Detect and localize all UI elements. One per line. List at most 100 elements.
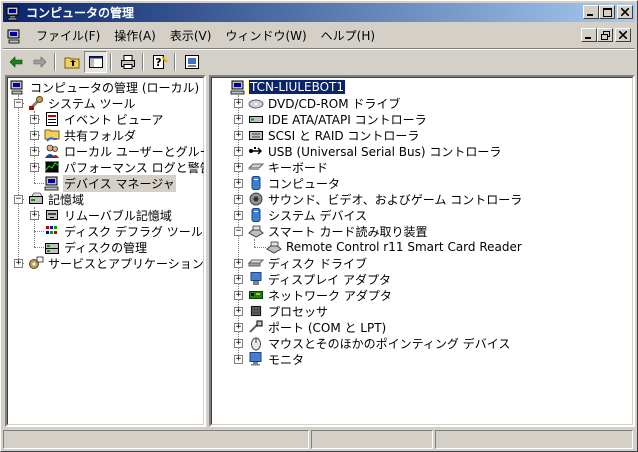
tree-item-services-applications[interactable]: サービスとアプリケーション bbox=[28, 255, 204, 271]
expand-toggle[interactable]: + bbox=[234, 339, 243, 348]
computer-management-icon bbox=[10, 80, 23, 95]
show-hide-tree-button[interactable] bbox=[84, 50, 107, 73]
expand-toggle[interactable]: + bbox=[234, 211, 243, 220]
device-category-ide[interactable]: IDE ATA/ATAPI コントローラ bbox=[248, 111, 428, 127]
tree-item-shared-folders[interactable]: 共有フォルダ bbox=[44, 127, 137, 143]
expand-toggle[interactable]: + bbox=[14, 259, 23, 268]
expand-toggle[interactable]: + bbox=[30, 211, 39, 220]
expand-toggle[interactable]: + bbox=[234, 323, 243, 332]
network-adapter-icon bbox=[249, 291, 263, 299]
tree-item-local-users[interactable]: ローカル ユーザーとグループ bbox=[44, 143, 204, 159]
device-category-system-devices[interactable]: システム デバイス bbox=[248, 207, 368, 223]
console-tree-pane[interactable]: コンピュータの管理 (ローカル) − システム ツール + イベント ビューア … bbox=[5, 75, 206, 427]
menu-action[interactable]: 操作(A) bbox=[107, 27, 163, 44]
tree-label: TCN-LIULEBOT1 bbox=[247, 79, 347, 95]
device-tree-pane[interactable]: TCN-LIULEBOT1 + DVD/CD-ROM ドライブ + IDE ATA/A… bbox=[209, 75, 635, 427]
tree-item-removable-storage[interactable]: リムーバブル記憶域 bbox=[44, 207, 173, 223]
tree-label: IDE ATA/ATAPI コントローラ bbox=[268, 112, 427, 127]
expand-toggle[interactable]: + bbox=[234, 259, 243, 268]
expand-toggle[interactable]: + bbox=[234, 115, 243, 124]
main-window: コンピュータの管理 ファイル(F) 操作(A) 表示(V) ウィンドウ(W) ヘ… bbox=[0, 0, 638, 452]
expand-toggle[interactable]: + bbox=[234, 163, 243, 172]
tree-label: リムーバブル記憶域 bbox=[64, 208, 172, 223]
device-category-scsi[interactable]: SCSI と RAID コントローラ bbox=[248, 127, 420, 143]
device-category-usb[interactable]: USB (Universal Serial Bus) コントローラ bbox=[248, 143, 502, 159]
dvd-drive-icon bbox=[248, 99, 264, 109]
tree-label: スマート カード読み取り装置 bbox=[268, 224, 428, 239]
port-icon bbox=[249, 320, 263, 333]
expand-toggle[interactable]: + bbox=[30, 115, 39, 124]
device-category-sound[interactable]: サウンド、ビデオ、およびゲーム コントローラ bbox=[248, 191, 523, 207]
expand-toggle[interactable]: + bbox=[234, 307, 243, 316]
tree-item-device-manager[interactable]: デバイス マネージャ bbox=[44, 174, 176, 192]
expand-toggle[interactable]: + bbox=[30, 163, 39, 172]
device-category-monitor[interactable]: モニタ bbox=[248, 351, 305, 367]
menu-file[interactable]: ファイル(F) bbox=[29, 27, 107, 44]
event-viewer-icon bbox=[46, 112, 58, 126]
up-one-level-button[interactable] bbox=[60, 51, 83, 73]
menu-view[interactable]: 表示(V) bbox=[163, 27, 219, 44]
properties-button[interactable] bbox=[180, 51, 203, 73]
tree-item-storage[interactable]: 記憶域 bbox=[28, 191, 85, 207]
menu-help[interactable]: ヘルプ(H) bbox=[314, 27, 382, 44]
collapse-toggle[interactable]: − bbox=[14, 195, 23, 204]
maximize-button[interactable] bbox=[599, 5, 615, 19]
print-button[interactable] bbox=[116, 51, 139, 73]
device-tree-root[interactable]: TCN-LIULEBOT1 bbox=[230, 79, 347, 95]
help-button[interactable]: ? bbox=[148, 51, 171, 73]
expand-toggle[interactable]: + bbox=[234, 291, 243, 300]
collapse-toggle[interactable]: − bbox=[234, 227, 243, 236]
expand-toggle[interactable]: + bbox=[234, 179, 243, 188]
expand-toggle[interactable]: + bbox=[30, 147, 39, 156]
status-cell bbox=[3, 430, 309, 449]
mouse-icon bbox=[251, 337, 261, 351]
tree-item-disk-defragmenter[interactable]: ディスク デフラグ ツール bbox=[44, 223, 204, 239]
back-button[interactable] bbox=[4, 51, 27, 73]
window-title: コンピュータの管理 bbox=[26, 6, 135, 20]
mdi-close-button[interactable] bbox=[615, 28, 631, 42]
smartcard-reader-icon bbox=[248, 225, 264, 238]
tree-label: ディスク ドライブ bbox=[268, 256, 367, 271]
expand-toggle[interactable]: + bbox=[234, 99, 243, 108]
expand-toggle[interactable]: + bbox=[234, 131, 243, 140]
properties-icon bbox=[184, 54, 199, 69]
expand-toggle[interactable]: + bbox=[30, 131, 39, 140]
device-category-keyboard[interactable]: キーボード bbox=[248, 159, 329, 175]
status-cell bbox=[311, 430, 433, 449]
forward-button[interactable] bbox=[28, 51, 51, 73]
tree-item-performance[interactable]: パフォーマンス ログと警告 bbox=[44, 159, 204, 175]
system-device-icon bbox=[251, 208, 261, 222]
close-button[interactable] bbox=[617, 5, 633, 19]
title-bar[interactable]: コンピュータの管理 bbox=[3, 3, 635, 22]
device-category-smartcard[interactable]: スマート カード読み取り装置 bbox=[248, 223, 428, 239]
device-category-computer-cat[interactable]: コンピュータ bbox=[248, 175, 341, 191]
expand-toggle[interactable]: + bbox=[234, 147, 243, 156]
expand-toggle[interactable]: + bbox=[234, 195, 243, 204]
device-category-processor[interactable]: プロセッサ bbox=[248, 303, 329, 319]
device-category-ports[interactable]: ポート (COM と LPT) bbox=[248, 319, 387, 335]
expand-toggle[interactable]: + bbox=[234, 355, 243, 364]
device-category-disk[interactable]: ディスク ドライブ bbox=[248, 255, 368, 271]
system-tools-icon bbox=[29, 96, 43, 110]
tree-item-event-viewer[interactable]: イベント ビューア bbox=[44, 111, 164, 127]
device-category-smartcard-device[interactable]: Remote Control r11 Smart Card Reader bbox=[266, 239, 523, 255]
device-category-mouse[interactable]: マウスとそのほかのポインティング デバイス bbox=[248, 335, 511, 351]
mdi-minimize-button[interactable] bbox=[581, 28, 597, 42]
tree-label: ディスク デフラグ ツール bbox=[64, 224, 203, 239]
expand-toggle[interactable]: + bbox=[234, 275, 243, 284]
users-icon bbox=[45, 144, 59, 158]
device-category-dvd[interactable]: DVD/CD-ROM ドライブ bbox=[248, 95, 401, 111]
tree-item-system-tools[interactable]: システム ツール bbox=[28, 95, 136, 111]
keyboard-icon bbox=[248, 163, 264, 170]
tree-item-disk-management[interactable]: ディスクの管理 bbox=[44, 239, 148, 255]
mdi-computer-icon[interactable] bbox=[7, 28, 23, 44]
mdi-restore-button[interactable] bbox=[597, 28, 613, 42]
collapse-toggle[interactable]: − bbox=[14, 99, 23, 108]
computer-icon bbox=[230, 80, 245, 95]
forward-icon bbox=[33, 55, 46, 68]
menu-window[interactable]: ウィンドウ(W) bbox=[218, 27, 313, 44]
device-category-network[interactable]: ネットワーク アダプタ bbox=[248, 287, 393, 303]
minimize-button[interactable] bbox=[583, 5, 599, 19]
device-category-display[interactable]: ディスプレイ アダプタ bbox=[248, 271, 392, 287]
tree-root[interactable]: コンピュータの管理 (ローカル) bbox=[10, 79, 200, 95]
